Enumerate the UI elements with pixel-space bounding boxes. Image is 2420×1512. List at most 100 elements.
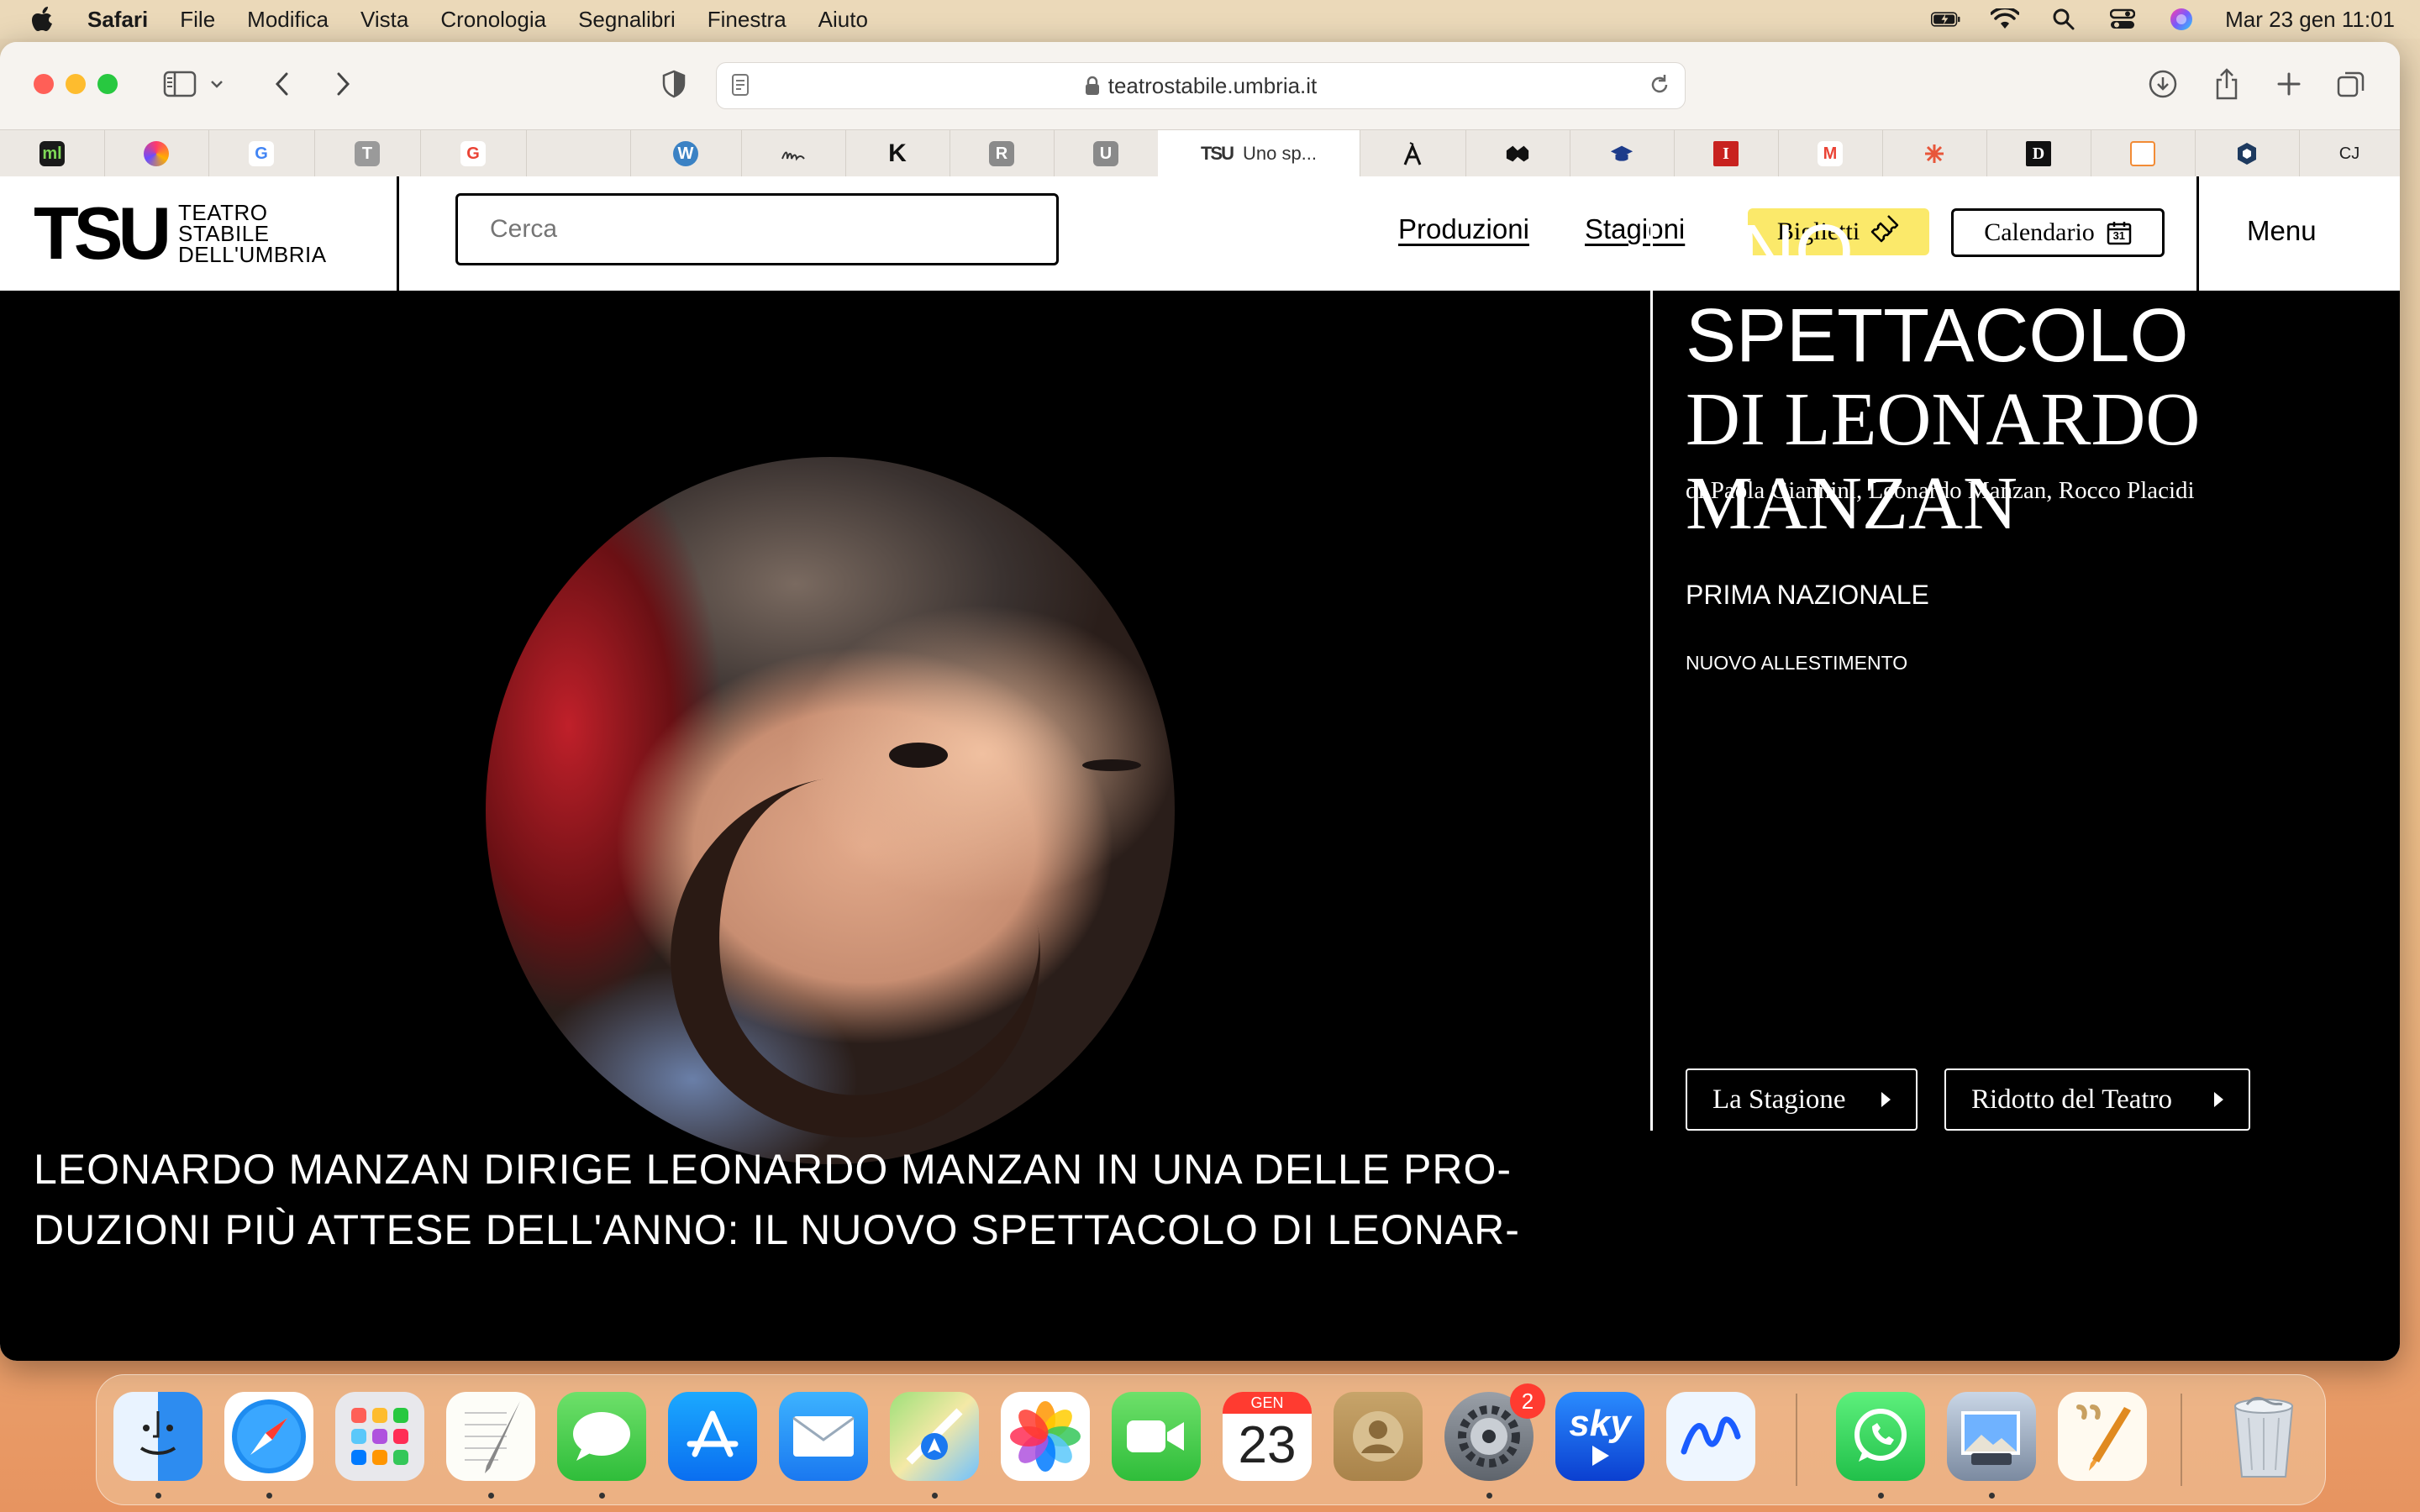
tab-pinned-15[interactable]: I bbox=[1674, 130, 1779, 177]
menubar-file[interactable]: File bbox=[180, 7, 215, 33]
tab-pinned-7[interactable]: W bbox=[630, 130, 742, 177]
menubar-finestra[interactable]: Finestra bbox=[708, 7, 786, 33]
minimize-window-button[interactable] bbox=[66, 74, 86, 94]
menubar-datetime[interactable]: Mar 23 gen 11:01 bbox=[2225, 7, 2395, 33]
battery-icon[interactable] bbox=[1931, 8, 1961, 31]
launchpad-icon[interactable] bbox=[335, 1392, 424, 1481]
tab-pinned-16[interactable]: M bbox=[1778, 130, 1883, 177]
graduation-cap-favicon-icon bbox=[1609, 141, 1634, 166]
share-icon[interactable] bbox=[2208, 67, 2245, 101]
sidebar-toggle-icon[interactable] bbox=[161, 67, 198, 101]
square-favicon-icon bbox=[2130, 141, 2155, 166]
tab-pinned-20[interactable] bbox=[2195, 130, 2300, 177]
tab-pinned-18[interactable]: D bbox=[1986, 130, 2091, 177]
mail-icon[interactable] bbox=[779, 1392, 868, 1481]
tab-pinned-3[interactable]: G bbox=[208, 130, 315, 177]
tab-pinned-5[interactable]: G bbox=[420, 130, 527, 177]
tab-pinned-2[interactable] bbox=[104, 130, 209, 177]
logo-text: TEATRO STABILE DELL'UMBRIA bbox=[178, 202, 327, 265]
messages-icon[interactable] bbox=[557, 1392, 646, 1481]
whatsapp-icon[interactable] bbox=[1836, 1392, 1925, 1481]
tab-active-teatro-stabile[interactable]: TSU Uno sp... bbox=[1158, 130, 1360, 177]
tab-pinned-13[interactable] bbox=[1465, 130, 1570, 177]
tab-pinned-10[interactable]: R bbox=[950, 130, 1055, 177]
active-tab-label[interactable]: Uno sp... bbox=[1243, 143, 1317, 165]
app-store-icon[interactable] bbox=[668, 1392, 757, 1481]
portrait-winking-eye-shape bbox=[1082, 759, 1141, 771]
address-bar[interactable]: teatrostabile.umbria.it bbox=[716, 62, 1686, 109]
tsu-favicon-icon: TSU bbox=[1200, 143, 1234, 164]
tab-group-chevron-down-icon[interactable] bbox=[207, 67, 227, 101]
calendar-app-icon[interactable]: GEN 23 bbox=[1223, 1392, 1312, 1481]
la-stagione-button[interactable]: La Stagione bbox=[1686, 1068, 1918, 1131]
tab-pinned-4[interactable]: T bbox=[314, 130, 421, 177]
hero-divider bbox=[1650, 215, 1653, 1131]
nav-produzioni-link[interactable]: Produzioni bbox=[1398, 213, 1529, 245]
ridotto-del-teatro-button[interactable]: Ridotto del Teatro bbox=[1944, 1068, 2250, 1131]
freeform-icon[interactable] bbox=[1666, 1392, 1755, 1481]
tab-overview-icon[interactable] bbox=[2333, 67, 2370, 101]
zoom-window-button[interactable] bbox=[97, 74, 118, 94]
ridotto-del-teatro-label: Ridotto del Teatro bbox=[1971, 1084, 2173, 1115]
page-menu-icon[interactable] bbox=[730, 73, 750, 102]
menubar-aiuto[interactable]: Aiuto bbox=[818, 7, 868, 33]
la-stagione-label: La Stagione bbox=[1712, 1084, 1846, 1115]
forward-chevron-icon[interactable] bbox=[324, 67, 361, 101]
finder-icon[interactable] bbox=[113, 1392, 203, 1481]
apple-menu-icon[interactable] bbox=[32, 6, 57, 33]
r-favicon-icon: R bbox=[989, 141, 1014, 166]
menubar-vista[interactable]: Vista bbox=[360, 7, 408, 33]
contacts-icon[interactable] bbox=[1334, 1392, 1423, 1481]
trash-icon[interactable] bbox=[2219, 1392, 2308, 1481]
menubar-cronologia[interactable]: Cronologia bbox=[440, 7, 546, 33]
safari-icon[interactable] bbox=[224, 1392, 313, 1481]
photos-icon[interactable] bbox=[1001, 1392, 1090, 1481]
running-indicator bbox=[1989, 1493, 1995, 1499]
pages-icon[interactable] bbox=[2058, 1392, 2147, 1481]
wave-favicon-icon bbox=[1505, 141, 1530, 166]
close-window-button[interactable] bbox=[34, 74, 54, 94]
facetime-icon[interactable] bbox=[1112, 1392, 1201, 1481]
maps-icon[interactable] bbox=[890, 1392, 979, 1481]
site-search-input[interactable] bbox=[455, 193, 1059, 265]
preview-icon[interactable] bbox=[1947, 1392, 2036, 1481]
tab-pinned-8[interactable] bbox=[741, 130, 846, 177]
siri-icon[interactable] bbox=[2166, 8, 2196, 31]
nav-stagioni-link[interactable]: Stagioni bbox=[1585, 213, 1685, 245]
tab-pinned-1[interactable]: ml bbox=[0, 130, 105, 177]
lock-icon bbox=[1085, 76, 1100, 96]
wifi-icon[interactable] bbox=[1990, 8, 2020, 31]
back-chevron-icon[interactable] bbox=[264, 67, 301, 101]
sky-go-icon[interactable]: sky bbox=[1555, 1392, 1644, 1481]
tab-pinned-19[interactable] bbox=[2091, 130, 2196, 177]
site-logo[interactable]: TSU TEATRO STABILE DELL'UMBRIA bbox=[34, 192, 327, 275]
downloads-icon[interactable] bbox=[2144, 67, 2181, 101]
portrait-beard-shape bbox=[642, 747, 1069, 1164]
menubar-segnalibri[interactable]: Segnalibri bbox=[578, 7, 676, 33]
dock-separator bbox=[2181, 1394, 2182, 1486]
privacy-shield-icon[interactable] bbox=[655, 67, 692, 101]
tab-pinned-17[interactable] bbox=[1882, 130, 1987, 177]
browser-toolbar: teatrostabile.umbria.it bbox=[0, 42, 2400, 129]
address-bar-url[interactable]: teatrostabile.umbria.it bbox=[1108, 73, 1318, 99]
menubar-app-name[interactable]: Safari bbox=[87, 7, 148, 33]
play-triangle-icon bbox=[2214, 1092, 2223, 1107]
web-page: TSU TEATRO STABILE DELL'UMBRIA Produzion… bbox=[0, 176, 2400, 1361]
tab-pinned-11[interactable]: U bbox=[1054, 130, 1159, 177]
textedit-icon[interactable] bbox=[446, 1392, 535, 1481]
new-tab-plus-icon[interactable] bbox=[2270, 67, 2307, 101]
tab-pinned-21[interactable]: CJ bbox=[2299, 130, 2400, 177]
logo-line-3: DELL'UMBRIA bbox=[178, 241, 327, 267]
tab-pinned-9[interactable]: K bbox=[845, 130, 950, 177]
reload-icon[interactable] bbox=[1648, 73, 1671, 102]
spotlight-search-icon[interactable] bbox=[2049, 8, 2079, 31]
tab-pinned-14[interactable] bbox=[1570, 130, 1675, 177]
ring-favicon-icon bbox=[144, 141, 169, 166]
tab-pinned-12[interactable] bbox=[1360, 130, 1466, 177]
logo-mark: TSU bbox=[34, 192, 171, 275]
hero-description: LEONARDO MANZAN DIRIGE LEONARDO MANZAN I… bbox=[34, 1139, 1630, 1260]
tab-pinned-6[interactable] bbox=[526, 130, 631, 177]
menubar-modifica[interactable]: Modifica bbox=[247, 7, 329, 33]
running-indicator bbox=[155, 1493, 161, 1499]
control-center-icon[interactable] bbox=[2107, 8, 2138, 31]
